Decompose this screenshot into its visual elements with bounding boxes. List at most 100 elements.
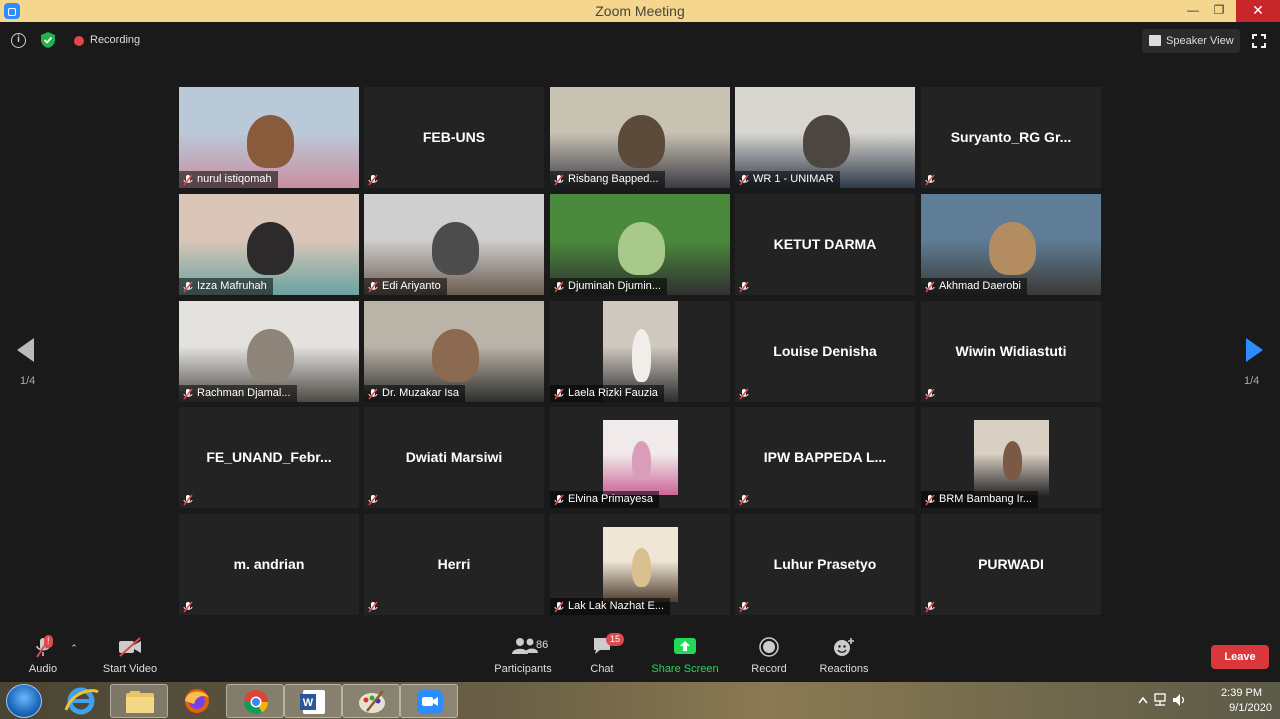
window-title: Zoom Meeting: [595, 3, 685, 19]
participant-label: [364, 491, 388, 508]
participant-label: Rachman Djamal...: [179, 385, 297, 402]
reactions-smiley-icon: [834, 638, 854, 656]
participants-button[interactable]: 86 Participants: [490, 627, 556, 682]
internet-explorer-icon[interactable]: [52, 684, 110, 718]
participant-tile[interactable]: Suryanto_RG Gr...: [921, 87, 1101, 188]
participant-video: [974, 420, 1049, 495]
participants-icon: [512, 638, 538, 654]
participant-tile[interactable]: Wiwin Widiastuti: [921, 301, 1101, 402]
audio-button[interactable]: ! Audio: [18, 627, 68, 682]
participant-tile[interactable]: nurul istiqomah: [179, 87, 359, 188]
participant-silhouette: [247, 222, 295, 275]
participant-tile[interactable]: Rachman Djamal...: [179, 301, 359, 402]
chrome-icon[interactable]: [226, 684, 284, 718]
reactions-button[interactable]: Reactions: [816, 627, 872, 682]
muted-microphone-icon: [368, 601, 378, 612]
show-hidden-icons-icon[interactable]: [1138, 696, 1148, 704]
participant-tile[interactable]: Akhmad Daerobi: [921, 194, 1101, 295]
start-button-icon[interactable]: [6, 684, 42, 718]
muted-microphone-icon: [739, 494, 749, 505]
participant-tile[interactable]: Izza Mafruhah: [179, 194, 359, 295]
participant-label: [735, 491, 759, 508]
file-explorer-icon[interactable]: [110, 684, 168, 718]
participant-tile[interactable]: Louise Denisha: [735, 301, 915, 402]
page-indicator-left: 1/4: [20, 375, 36, 387]
participant-tile[interactable]: FEB-UNS: [364, 87, 544, 188]
participant-name: WR 1 - UNIMAR: [753, 173, 834, 185]
muted-microphone-icon: [183, 601, 193, 612]
video-camera-icon: [119, 637, 141, 657]
share-screen-button[interactable]: Share Screen: [650, 627, 720, 682]
svg-text:W: W: [303, 697, 314, 709]
participant-label: Risbang Bapped...: [550, 171, 665, 188]
meeting-info-icon[interactable]: i: [11, 33, 26, 48]
encryption-shield-icon[interactable]: [40, 31, 56, 49]
participant-tile[interactable]: IPW BAPPEDA L...: [735, 407, 915, 508]
participant-name: Rachman Djamal...: [197, 387, 291, 399]
start-video-button[interactable]: Start Video: [98, 627, 162, 682]
audio-options-chevron-icon[interactable]: ⌃: [68, 643, 80, 653]
speaker-view-icon: [1149, 35, 1161, 46]
zoom-taskbar-icon[interactable]: [400, 684, 458, 718]
participant-tile[interactable]: WR 1 - UNIMAR: [735, 87, 915, 188]
participant-label: Akhmad Daerobi: [921, 278, 1027, 295]
muted-microphone-icon: [368, 281, 378, 292]
clock-time[interactable]: 2:39 PM: [1221, 687, 1262, 699]
participant-tile[interactable]: Lak Lak Nazhat E...: [550, 514, 730, 615]
volume-icon[interactable]: [1172, 693, 1188, 707]
participant-tile[interactable]: Luhur Prasetyo: [735, 514, 915, 615]
muted-microphone-icon: [368, 174, 378, 185]
participant-tile[interactable]: KETUT DARMA: [735, 194, 915, 295]
chat-button[interactable]: 15 Chat: [584, 627, 625, 682]
muted-microphone-icon: [183, 281, 193, 292]
participant-label: [921, 171, 945, 188]
participant-label: WR 1 - UNIMAR: [735, 171, 840, 188]
recording-label[interactable]: Recording: [90, 34, 140, 46]
participant-tile[interactable]: PURWADI: [921, 514, 1101, 615]
microsoft-word-icon[interactable]: W: [284, 684, 342, 718]
participant-silhouette: [247, 115, 295, 168]
participant-name-center: Herri: [437, 556, 471, 572]
participant-tile[interactable]: Elvina Primayesa: [550, 407, 730, 508]
participant-tile[interactable]: Herri: [364, 514, 544, 615]
participant-name: Akhmad Daerobi: [939, 280, 1021, 292]
participant-name-center: IPW BAPPEDA L...: [763, 449, 887, 465]
participant-name-center: Suryanto_RG Gr...: [950, 129, 1072, 145]
participant-tile[interactable]: FE_UNAND_Febr...: [179, 407, 359, 508]
fullscreen-icon[interactable]: [1252, 34, 1266, 48]
next-page-arrow-icon[interactable]: [1246, 338, 1263, 362]
audio-alert-badge: !: [44, 635, 53, 648]
speaker-view-button[interactable]: Speaker View: [1142, 29, 1240, 53]
recording-icon: [74, 36, 84, 46]
participant-silhouette: [432, 222, 480, 275]
record-button[interactable]: Record: [748, 627, 790, 682]
firefox-icon[interactable]: [168, 684, 226, 718]
participant-tile[interactable]: Dwiati Marsiwi: [364, 407, 544, 508]
participant-name: Risbang Bapped...: [568, 173, 659, 185]
participant-tile[interactable]: m. andrian: [179, 514, 359, 615]
participant-tile[interactable]: BRM Bambang Ir...: [921, 407, 1101, 508]
participant-tile[interactable]: Laela Rizki Fauzia: [550, 301, 730, 402]
participant-name: Laela Rizki Fauzia: [568, 387, 658, 399]
participant-tile[interactable]: Risbang Bapped...: [550, 87, 730, 188]
participant-tile[interactable]: Edi Ariyanto: [364, 194, 544, 295]
previous-page-arrow-icon[interactable]: [17, 338, 34, 362]
network-icon[interactable]: [1152, 693, 1168, 707]
participant-tile[interactable]: Dr. Muzakar Isa: [364, 301, 544, 402]
participant-name-center: KETUT DARMA: [773, 236, 877, 252]
paint-icon[interactable]: [342, 684, 400, 718]
participant-silhouette: [803, 115, 851, 168]
participant-name-center: Dwiati Marsiwi: [405, 449, 503, 465]
close-button[interactable]: ✕: [1236, 0, 1280, 22]
muted-microphone-icon: [925, 281, 935, 292]
participant-tile[interactable]: Djuminah Djumin...: [550, 194, 730, 295]
participant-name-center: Luhur Prasetyo: [773, 556, 877, 572]
maximize-button[interactable]: ❐: [1204, 0, 1234, 22]
muted-microphone-icon: [925, 388, 935, 399]
share-screen-icon: [674, 638, 696, 654]
clock-date[interactable]: 9/1/2020: [1229, 702, 1272, 714]
participant-silhouette: [631, 441, 651, 480]
participant-label: [735, 598, 759, 615]
participant-name: Lak Lak Nazhat E...: [568, 600, 664, 612]
leave-button[interactable]: Leave: [1211, 645, 1269, 669]
